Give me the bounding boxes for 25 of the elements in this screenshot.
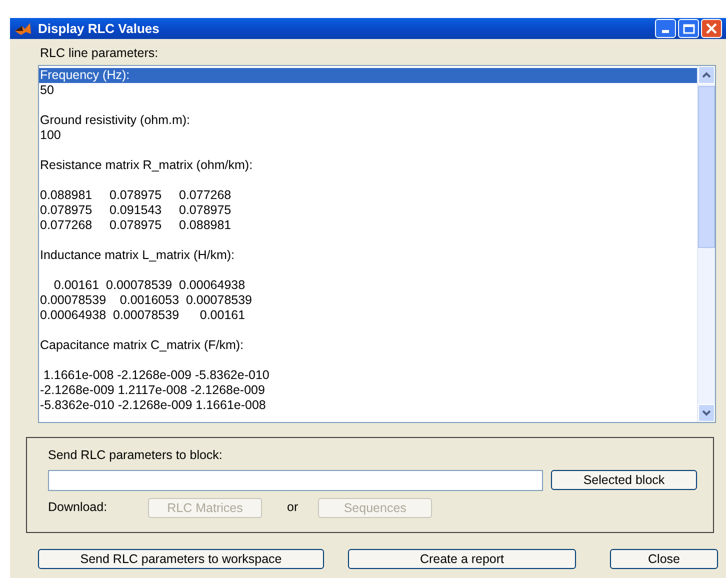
list-item[interactable]: 1.1661e-008 -2.1268e-009 -5.8362e-010 <box>39 368 697 383</box>
or-label: or <box>287 499 298 516</box>
window-title: Display RLC Values <box>38 20 160 38</box>
list-item[interactable]: 50 <box>39 82 697 98</box>
list-item[interactable]: -2.1268e-009 1.2117e-008 -2.1268e-009 <box>39 382 697 398</box>
list-label: RLC line parameters: <box>40 45 160 62</box>
list-item[interactable]: Capacitance matrix C_matrix (F/km): <box>39 338 697 353</box>
panel-label: Send RLC parameters to block: <box>48 446 224 464</box>
dialog-button[interactable]: Close <box>610 548 718 569</box>
list-item[interactable]: 0.088981 0.078975 0.077268 <box>39 188 697 203</box>
list-item[interactable]: 0.00064938 0.00078539 0.00161 <box>39 308 697 323</box>
list-item[interactable]: Frequency (Hz): <box>39 68 697 83</box>
list-item[interactable]: 0.00161 0.00078539 0.00064938 <box>39 278 697 293</box>
dialog-button[interactable]: Send RLC parameters to workspace <box>38 548 324 569</box>
download-label: Download: <box>48 499 108 516</box>
list-item[interactable]: 0.077268 0.078975 0.088981 <box>39 218 697 233</box>
list-item[interactable]: Ground resistivity (ohm.m): <box>39 112 697 128</box>
list-item[interactable]: Resistance matrix R_matrix (ohm/km): <box>39 158 697 173</box>
selected-block-button[interactable]: Selected block <box>551 470 697 490</box>
list-item[interactable]: 0.078975 0.091543 0.078975 <box>39 202 697 218</box>
list-item[interactable]: -5.8362e-010 -2.1268e-009 1.1661e-008 <box>39 398 697 413</box>
list-item[interactable]: Inductance matrix L_matrix (H/km): <box>39 248 697 263</box>
list-item[interactable]: 0.00078539 0.0016053 0.00078539 <box>39 292 697 308</box>
list-item[interactable]: 100 <box>39 128 697 143</box>
dialog-button[interactable]: Create a report <box>348 548 576 569</box>
